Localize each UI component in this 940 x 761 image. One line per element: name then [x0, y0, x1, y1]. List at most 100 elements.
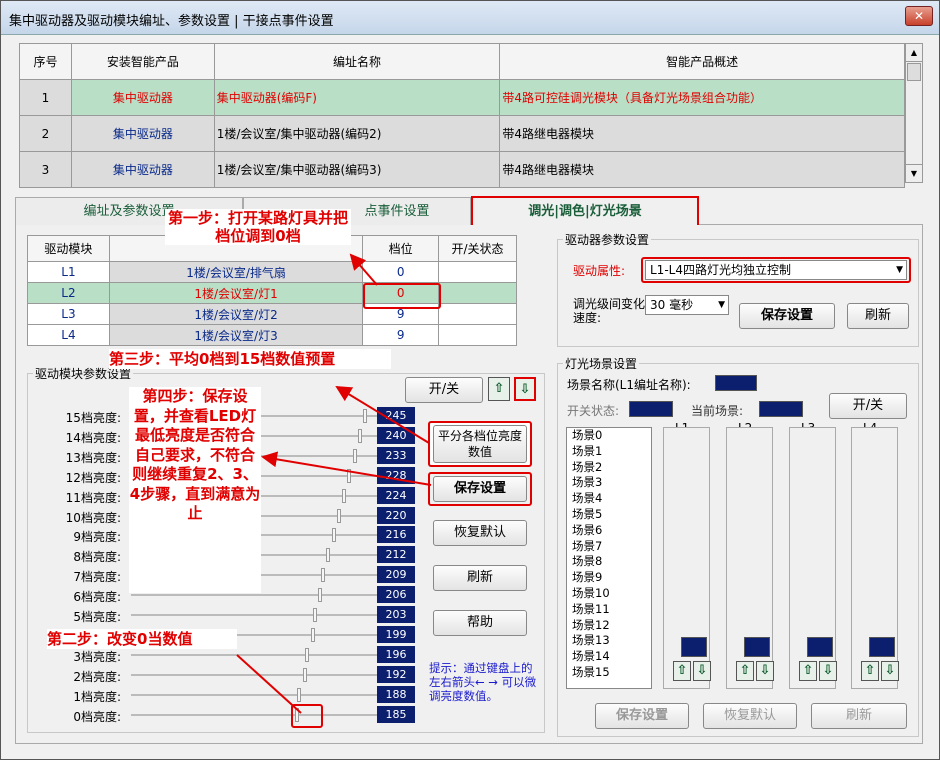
slider-track[interactable] [131, 614, 395, 616]
list-item[interactable]: 场景5 [567, 507, 651, 523]
slider-thumb[interactable] [342, 488, 347, 503]
arrow-down-icon[interactable]: ⇩ [881, 661, 899, 681]
col-header-state[interactable]: 开/关状态 [438, 235, 517, 262]
table-row[interactable]: L4 1楼/会议室/灯3 9 [27, 324, 517, 346]
list-item[interactable]: 场景7 [567, 539, 651, 555]
refresh-button[interactable]: 刷新 [433, 565, 527, 591]
window-title: 集中驱动器及驱动模块编址、参数设置 | 干接点事件设置 [9, 14, 334, 29]
slider-thumb[interactable] [326, 548, 331, 563]
scroll-thumb[interactable] [907, 63, 921, 81]
scene-save-button[interactable]: 保存设置 [595, 703, 689, 729]
speed-select-value: 30 毫秒 [650, 298, 694, 312]
table-row[interactable]: L2 1楼/会议室/灯1 0 [27, 282, 517, 304]
slider-track[interactable] [131, 653, 395, 656]
arrow-up-icon[interactable]: ⇧ [799, 661, 817, 681]
slider-thumb[interactable] [363, 409, 368, 423]
slider-thumb[interactable] [294, 707, 299, 722]
list-item[interactable]: 场景15 [567, 665, 651, 681]
list-item[interactable]: 场景2 [567, 460, 651, 476]
slider-label: 6档亮度: [73, 590, 121, 605]
list-item[interactable]: 场景14 [567, 649, 651, 665]
slider-thumb[interactable] [358, 428, 363, 443]
list-item[interactable]: 场景8 [567, 554, 651, 570]
scroll-down-icon[interactable]: ▼ [906, 164, 922, 182]
col-header-module[interactable]: 驱动模块 [27, 235, 110, 262]
channel-value-box [807, 637, 833, 657]
slider-label: 3档亮度: [73, 649, 121, 664]
arrow-down-icon[interactable]: ⇩ [514, 377, 536, 401]
slider-thumb[interactable] [302, 667, 307, 682]
brightness-slider-row: 2档亮度: 192 [31, 665, 421, 685]
table-row[interactable]: 3 集中驱动器 1楼/会议室/集中驱动器(编码3) 带4路继电器模块 [19, 151, 905, 188]
attr-select[interactable]: L1-L4四路灯光均独立控制 ▼ [645, 260, 907, 280]
slider-track[interactable] [131, 673, 395, 676]
slider-thumb[interactable] [347, 468, 352, 483]
table-row[interactable]: 2 集中驱动器 1楼/会议室/集中驱动器(编码2) 带4路继电器模块 [19, 115, 905, 152]
slider-thumb[interactable] [321, 568, 326, 583]
slider-thumb[interactable] [310, 627, 315, 642]
scene-list[interactable]: 场景0 场景1 场景2 场景3 场景4 场景5 场景6 场景7 场景8 场景9 场景10 场景11 场景… [566, 427, 652, 689]
list-item[interactable]: 场景1 [567, 444, 651, 460]
table-row[interactable]: 1 集中驱动器 集中驱动器(编码F) 带4路可控硅调光模块（具备灯光场景组合功能… [19, 79, 905, 116]
cell [438, 303, 517, 325]
list-item[interactable]: 场景6 [567, 523, 651, 539]
cell: 集中驱动器 [70, 115, 215, 152]
scroll-up-icon[interactable]: ▲ [906, 44, 922, 62]
average-levels-button[interactable]: 平分各档位亮度数值 [433, 425, 527, 463]
slider-thumb[interactable] [297, 687, 302, 702]
slider-value: 212 [377, 546, 415, 564]
slider-track[interactable] [131, 713, 395, 716]
slider-track[interactable] [131, 693, 395, 696]
cell [438, 261, 517, 283]
step1-note: 第一步：打开某路灯具并把档位调到0档 [165, 209, 351, 245]
cell: 1楼/会议室/排气扇 [108, 261, 364, 283]
list-item[interactable]: 场景10 [567, 586, 651, 602]
slider-value: 233 [377, 446, 415, 464]
onoff-button[interactable]: 开/关 [405, 377, 483, 403]
driver-refresh-button[interactable]: 刷新 [847, 303, 909, 329]
cell: 2 [19, 115, 72, 152]
save-button[interactable]: 保存设置 [433, 476, 527, 502]
list-item[interactable]: 场景4 [567, 491, 651, 507]
driver-module-table: 驱动模块 档位 开/关状态 L1 1楼/会议室/排气扇 0 L2 1楼/会议室/灯1 0… [27, 235, 517, 346]
list-item[interactable]: 场景13 [567, 633, 651, 649]
table-row[interactable]: L1 1楼/会议室/排气扇 0 [27, 261, 517, 283]
slider-thumb[interactable] [331, 528, 336, 543]
list-item[interactable]: 场景9 [567, 570, 651, 586]
list-item[interactable]: 场景0 [567, 428, 651, 444]
arrow-up-icon[interactable]: ⇧ [488, 377, 510, 401]
slider-thumb[interactable] [318, 588, 323, 603]
slider-thumb[interactable] [305, 647, 310, 662]
arrow-up-icon[interactable]: ⇧ [861, 661, 879, 681]
arrow-down-icon[interactable]: ⇩ [819, 661, 837, 681]
slider-thumb[interactable] [313, 608, 318, 622]
slider-thumb[interactable] [336, 508, 341, 523]
col-header-product[interactable]: 安装智能产品 [70, 43, 215, 80]
arrow-down-icon[interactable]: ⇩ [693, 661, 711, 681]
col-header-desc[interactable]: 智能产品概述 [499, 43, 905, 80]
scene-restore-button[interactable]: 恢复默认 [703, 703, 797, 729]
table-scrollbar[interactable]: ▲ ▼ [905, 43, 923, 183]
scene-onoff-button[interactable]: 开/关 [829, 393, 907, 419]
speed-select[interactable]: 30 毫秒 ▼ [645, 295, 729, 315]
list-item[interactable]: 场景12 [567, 618, 651, 634]
slider-thumb[interactable] [352, 448, 357, 463]
arrow-up-icon[interactable]: ⇧ [736, 661, 754, 681]
arrow-up-icon[interactable]: ⇧ [673, 661, 691, 681]
help-button[interactable]: 帮助 [433, 610, 527, 636]
table-row[interactable]: L3 1楼/会议室/灯2 9 [27, 303, 517, 325]
list-item[interactable]: 场景3 [567, 475, 651, 491]
tab-dimming-scene[interactable]: 调光|调色|灯光场景 [471, 196, 699, 225]
list-item[interactable]: 场景11 [567, 602, 651, 618]
col-header-index[interactable]: 序号 [19, 43, 72, 80]
close-button[interactable]: ✕ [905, 6, 933, 26]
cell: 1楼/会议室/灯3 [108, 324, 364, 346]
scene-refresh-button[interactable]: 刷新 [811, 703, 907, 729]
arrow-down-icon[interactable]: ⇩ [756, 661, 774, 681]
col-header-level[interactable]: 档位 [362, 235, 440, 262]
driver-save-button[interactable]: 保存设置 [739, 303, 835, 329]
col-header-address[interactable]: 编址名称 [213, 43, 501, 80]
restore-default-button[interactable]: 恢复默认 [433, 520, 527, 546]
slider-value: 188 [377, 685, 415, 703]
slider-track[interactable] [131, 594, 395, 597]
